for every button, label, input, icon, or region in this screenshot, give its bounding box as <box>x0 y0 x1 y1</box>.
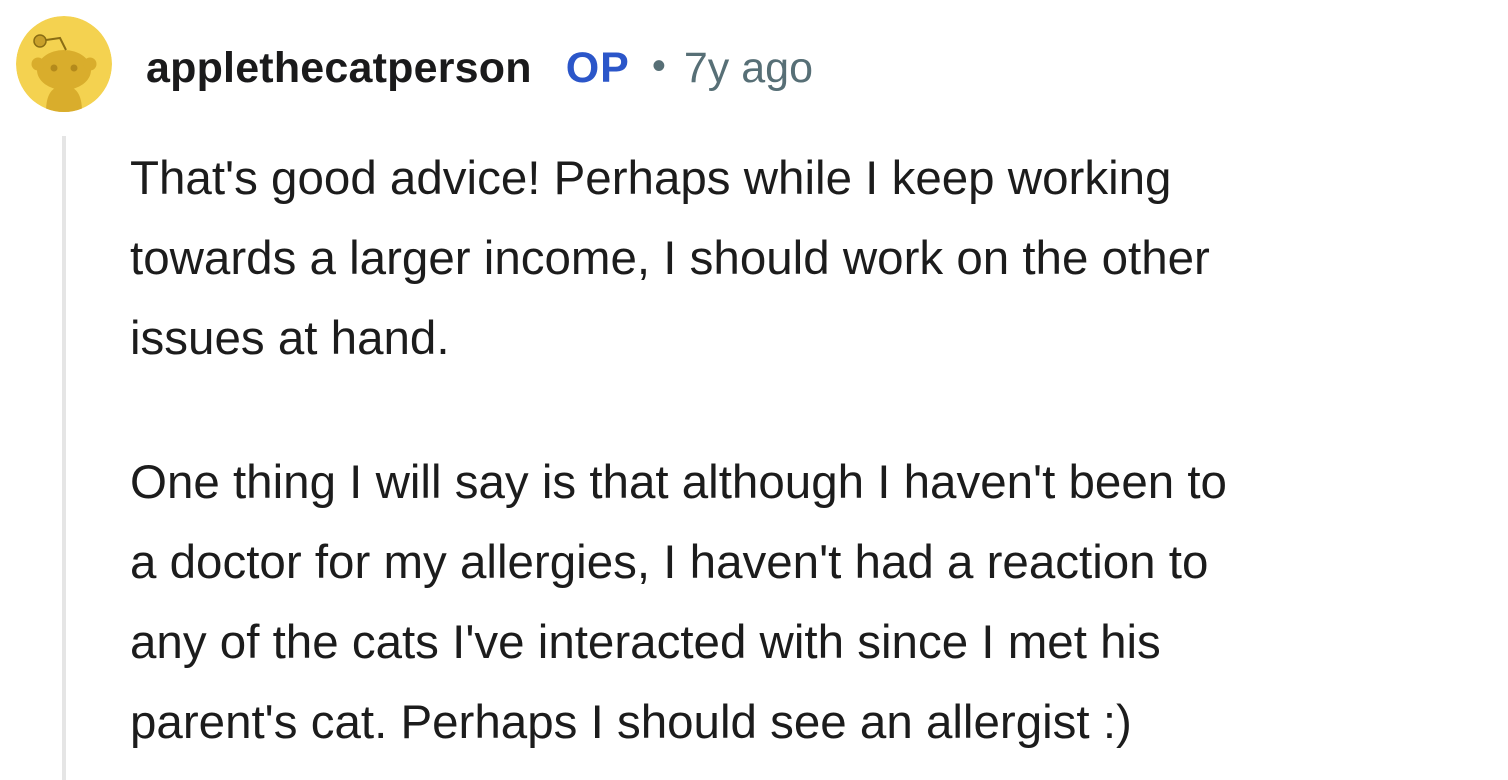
user-avatar[interactable] <box>16 16 112 112</box>
username-link[interactable]: applethecatperson <box>146 44 532 93</box>
op-badge: OP <box>565 43 630 92</box>
comment: applethecatperson OP • 7y ago That's goo… <box>0 0 1508 780</box>
thread-collapse-line[interactable] <box>62 136 66 780</box>
separator-dot: • <box>651 43 666 88</box>
comment-header: applethecatperson OP • 7y ago <box>146 40 813 96</box>
comment-body: That's good advice! Perhaps while I keep… <box>130 139 1500 763</box>
comment-paragraph-2: One thing I will say is that although I … <box>130 456 1227 749</box>
snoo-avatar-icon <box>16 16 112 112</box>
comment-timestamp[interactable]: 7y ago <box>684 44 813 93</box>
comment-paragraph-1: That's good advice! Perhaps while I keep… <box>130 152 1210 365</box>
